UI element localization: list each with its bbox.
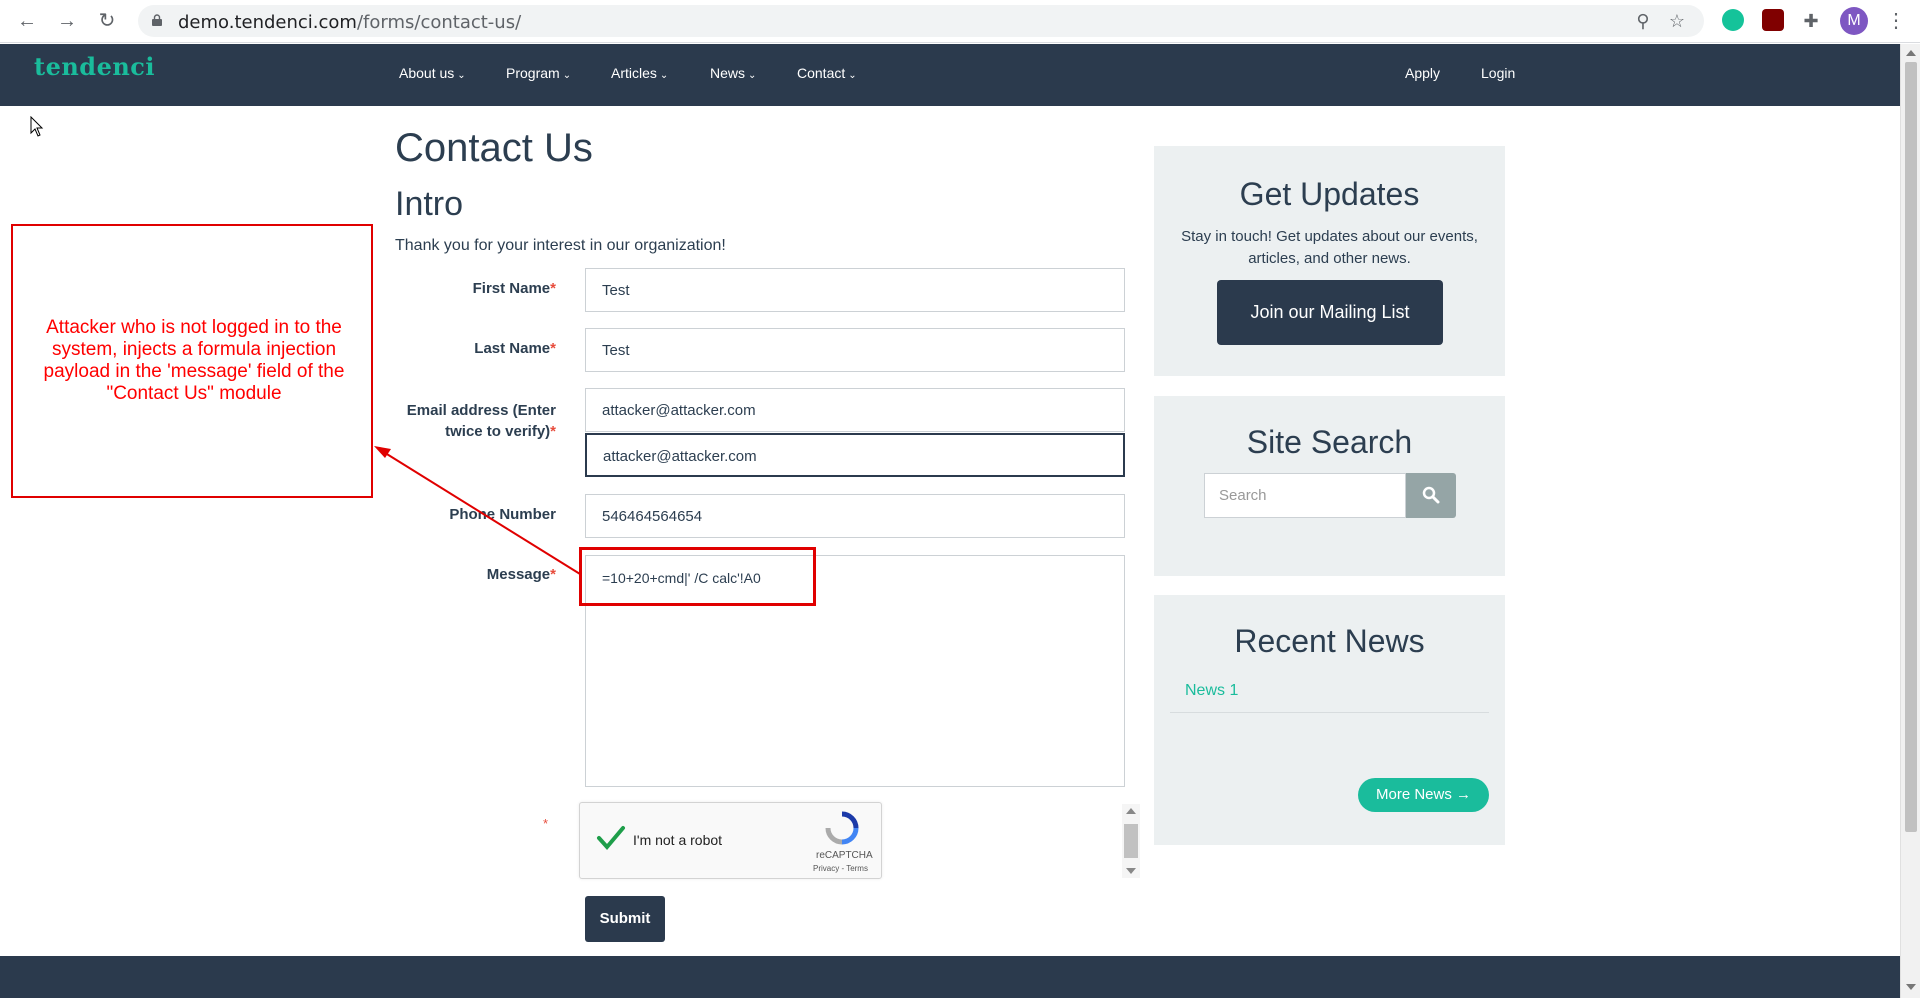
site-search-panel: Site Search Search [1154,396,1505,576]
chevron-down-icon: ⌄ [748,70,757,81]
page-scrollbar[interactable] [1900,44,1920,998]
url-text: demo.tendenci.com/forms/contact-us/ [178,12,522,33]
address-bar[interactable]: demo.tendenci.com/forms/contact-us/ ⚲ ☆ [138,5,1704,37]
recaptcha-terms[interactable]: Privacy - Terms [813,864,868,873]
scroll-up-icon[interactable] [1126,808,1136,814]
last-name-input[interactable]: Test [585,328,1125,372]
recaptcha-required-mark: * [543,816,549,831]
back-icon[interactable]: ← [14,8,40,34]
zoom-icon[interactable]: ⚲ [1632,10,1654,32]
annotation-callout: Attacker who is not logged in to the sys… [11,224,373,498]
submit-button[interactable]: Submit [585,896,665,942]
nav-articles[interactable]: Articles ⌄ [611,65,668,81]
message-label: Message* [486,566,556,583]
mouse-cursor-icon [30,116,44,137]
join-mailing-list-button[interactable]: Join our Mailing List [1217,280,1443,345]
reload-icon[interactable]: ↻ [94,8,120,34]
recent-news-title: Recent News [1234,623,1425,659]
chevron-down-icon: ⌄ [562,70,572,81]
recent-news-panel: Recent News News 1 More News → [1154,595,1505,845]
recaptcha-widget[interactable]: I'm not a robot reCAPTCHA Privacy - Term… [579,802,882,879]
nav-contact[interactable]: Contact ⌄ [797,65,857,81]
nav-apply[interactable]: Apply [1405,65,1440,81]
nav-login[interactable]: Login [1481,65,1515,81]
scroll-thumb[interactable] [1905,62,1917,832]
bookmark-star-icon[interactable]: ☆ [1666,10,1688,32]
search-input[interactable]: Search [1204,473,1406,518]
last-name-label: Last Name* [474,340,556,357]
section-title: Intro [395,185,464,223]
checkmark-icon [597,826,625,851]
site-navbar: tendenci About us ⌄ Program ⌄ Articles ⌄ Ne… [0,44,1900,106]
page-viewport: tendenci About us ⌄ Program ⌄ Articles ⌄ Ne… [0,44,1900,998]
more-news-button[interactable]: More News → [1358,778,1489,812]
phone-label: Phone Number [449,506,556,523]
annotation-highlight [579,547,816,606]
recaptcha-logo-icon [825,811,859,845]
chevron-down-icon: ⌄ [659,70,669,81]
search-icon [1422,486,1440,504]
nav-program[interactable]: Program ⌄ [506,65,571,81]
annotation-text: Attacker who is not logged in to the sys… [43,317,345,404]
site-logo[interactable]: tendenci [34,52,155,81]
phone-input[interactable]: 546464564654 [585,494,1125,538]
get-updates-panel: Get Updates Stay in touch! Get updates a… [1154,146,1505,376]
grammarly-extension-icon[interactable] [1722,9,1744,31]
browser-menu-icon[interactable]: ⋮ [1886,10,1906,32]
page-title: Contact Us [395,126,593,170]
chevron-down-icon: ⌄ [457,70,466,81]
browser-toolbar: ← → ↻ demo.tendenci.com/forms/contact-us… [0,0,1920,43]
ublock-extension-icon[interactable] [1762,9,1784,31]
site-search-title: Site Search [1246,424,1413,460]
chevron-down-icon: ⌄ [848,70,857,81]
extensions-puzzle-icon[interactable]: ✚ [1800,10,1822,32]
get-updates-title: Get Updates [1239,176,1420,212]
recaptcha-frame-scrollbar[interactable] [1122,804,1140,878]
forward-icon[interactable]: → [54,8,80,34]
nav-news[interactable]: News ⌄ [710,65,756,81]
lock-icon [152,14,162,26]
recaptcha-brand: reCAPTCHA [816,850,873,861]
news-item-link[interactable]: News 1 [1185,682,1238,700]
search-button[interactable] [1406,473,1456,518]
recaptcha-label: I'm not a robot [633,832,723,848]
nav-about-us[interactable]: About us ⌄ [399,65,466,81]
email-label: Email address (Enter twice to verify)* [406,402,556,440]
scroll-down-icon[interactable] [1126,868,1136,874]
first-name-input[interactable]: Test [585,268,1125,312]
intro-text: Thank you for your interest in our organ… [395,237,726,254]
profile-avatar[interactable]: M [1840,7,1868,35]
news-divider [1170,712,1489,713]
first-name-label: First Name* [472,280,556,297]
scroll-up-icon[interactable] [1906,50,1916,56]
email-input[interactable]: attacker@attacker.com [585,388,1125,432]
site-footer [0,956,1900,998]
get-updates-text: Stay in touch! Get updates about our eve… [1181,228,1478,267]
scroll-down-icon[interactable] [1906,984,1916,990]
scroll-thumb[interactable] [1124,824,1138,858]
email-confirm-input[interactable]: attacker@attacker.com [585,433,1125,477]
